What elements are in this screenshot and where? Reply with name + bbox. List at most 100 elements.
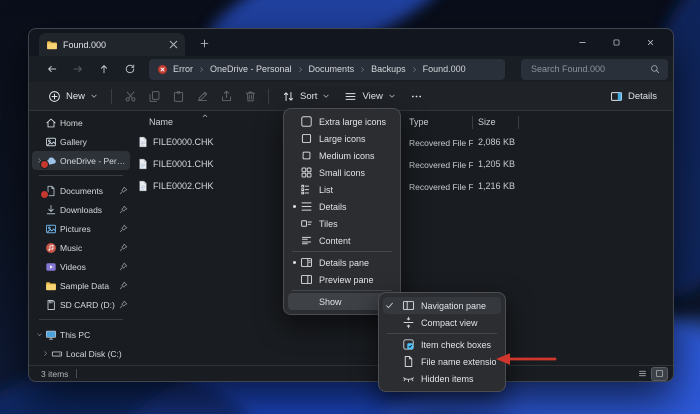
explorer-tab[interactable]: Found.000 [39, 33, 185, 56]
show-submenu: Navigation pane Compact view Item check bo… [378, 292, 506, 392]
chevron-down-small-icon[interactable] [34, 329, 45, 340]
menu-item-details[interactable]: Details [288, 198, 396, 215]
check-icon [383, 301, 395, 310]
maximize-button[interactable] [599, 29, 633, 55]
sort-button[interactable]: Sort [275, 85, 337, 107]
chevron-down-icon [388, 92, 396, 100]
chevron-right-small-icon[interactable] [40, 348, 51, 359]
share-button[interactable] [214, 85, 238, 107]
details-view-toggle[interactable] [635, 368, 650, 380]
home-icon [45, 117, 57, 129]
expander-spacer [34, 204, 45, 215]
file-row-file0002-chk[interactable]: FILE0002.CHKRecovered File Fra...1,216 K… [133, 175, 673, 197]
breadcrumb-item-found-000[interactable]: Found.000 [423, 64, 466, 74]
file-icon [137, 136, 149, 148]
view-button[interactable]: View [337, 85, 402, 107]
new-button[interactable]: New [41, 85, 105, 107]
menu-item-content[interactable]: Content [288, 232, 396, 249]
menu-item-label: Navigation pane [421, 301, 496, 311]
paste-button[interactable] [166, 85, 190, 107]
sidebar-item-this-pc[interactable]: This PC [32, 325, 130, 344]
sidebar-item-local-disk-c[interactable]: Local Disk (C:) [32, 344, 130, 363]
menu-item-preview-pane[interactable]: Preview pane [288, 271, 396, 288]
details-pane-button[interactable]: Details [606, 90, 661, 103]
search-box[interactable] [521, 59, 668, 80]
sidebar-item-documents[interactable]: Documents [32, 181, 130, 200]
thumbnail-view-toggle[interactable] [652, 368, 667, 380]
search-input[interactable] [529, 63, 650, 75]
sidebar-item-pictures[interactable]: Pictures [32, 219, 130, 238]
sidebar-separator [39, 175, 123, 176]
sidebar-item-videos[interactable]: Videos [32, 257, 130, 276]
menu-item-medium-icons[interactable]: Medium icons [288, 147, 396, 164]
breadcrumb-item-error[interactable]: Error [173, 64, 193, 74]
menu-item-details-pane[interactable]: Details pane [288, 254, 396, 271]
sidebar-item-onedrive-personal[interactable]: OneDrive - Personal [32, 151, 130, 170]
delete-button[interactable] [238, 85, 262, 107]
column-separator[interactable] [472, 116, 473, 129]
sidebar-item-label: Home [60, 118, 128, 128]
file-row-file0000-chk[interactable]: FILE0000.CHKRecovered File Fra...2,086 K… [133, 131, 673, 153]
column-separator[interactable] [518, 116, 519, 129]
menu-item-file-name-extensions[interactable]: File name extensions [383, 353, 501, 370]
rename-button[interactable] [190, 85, 214, 107]
chevron-down-icon [322, 92, 330, 100]
forward-button[interactable] [67, 59, 89, 79]
sidebar-item-label: Sample Data [60, 281, 118, 291]
menu-item-tiles[interactable]: Tiles [288, 215, 396, 232]
cut-button[interactable] [118, 85, 142, 107]
plus-icon [199, 38, 210, 49]
sidebar-item-home[interactable]: Home [32, 113, 130, 132]
navigation-pane-icon [402, 299, 415, 312]
details-pane-button-label: Details [628, 91, 657, 102]
menu-item-label: Tiles [319, 219, 391, 229]
breadcrumb[interactable]: Error OneDrive - Personal Documents Backups… [149, 59, 505, 80]
menu-item-small-icons[interactable]: Small icons [288, 164, 396, 181]
up-button[interactable] [93, 59, 115, 79]
sidebar-item-sample-data[interactable]: Sample Data [32, 276, 130, 295]
tab-close-icon[interactable] [167, 38, 180, 51]
menu-item-navigation-pane[interactable]: Navigation pane [383, 297, 501, 314]
refresh-button[interactable] [119, 59, 141, 79]
minimize-button[interactable] [565, 29, 599, 55]
disk-icon [51, 348, 63, 360]
file-size: 1,216 KB [475, 181, 515, 191]
file-icon [137, 180, 149, 192]
tab-bar: Found.000 [29, 29, 673, 56]
menu-item-compact-view[interactable]: Compact view [383, 314, 501, 331]
sidebar-item-sd-card-d[interactable]: SD CARD (D:) [32, 295, 130, 314]
menu-item-list[interactable]: List [288, 181, 396, 198]
share-icon [220, 90, 233, 103]
breadcrumb-item-backups[interactable]: Backups [371, 64, 406, 74]
file-row-file0001-chk[interactable]: FILE0001.CHKRecovered File Fra...1,205 K… [133, 153, 673, 175]
sidebar-item-gallery[interactable]: Gallery [32, 132, 130, 151]
sidebar-item-music[interactable]: Music [32, 238, 130, 257]
column-header-name[interactable]: Name [149, 117, 173, 127]
sidebar-item-downloads[interactable]: Downloads [32, 200, 130, 219]
breadcrumb-item-onedrive-personal[interactable]: OneDrive - Personal [210, 64, 292, 74]
sync-error-badge [40, 160, 49, 169]
menu-item-large-icons[interactable]: Large icons [288, 130, 396, 147]
videos-icon [45, 261, 57, 273]
forward-icon [72, 63, 84, 75]
copy-button[interactable] [142, 85, 166, 107]
column-header-type[interactable]: Type [409, 117, 429, 127]
music-icon [45, 242, 57, 254]
breadcrumb-item-documents[interactable]: Documents [309, 64, 355, 74]
menu-item-item-check-boxes[interactable]: Item check boxes [383, 336, 501, 353]
view-dropdown-menu: Extra large iconsLarge iconsMedium icons… [283, 108, 401, 315]
close-button[interactable] [633, 29, 667, 55]
menu-item-hidden-items[interactable]: Hidden items [383, 370, 501, 387]
small-icons-icon [300, 166, 313, 179]
back-button[interactable] [41, 59, 63, 79]
expander-spacer [34, 223, 45, 234]
column-header-size[interactable]: Size [478, 117, 496, 127]
new-button-label: New [66, 91, 85, 102]
new-tab-button[interactable] [194, 34, 214, 54]
file-name: FILE0000.CHK [153, 137, 214, 147]
more-options-button[interactable] [403, 85, 430, 107]
copy-icon [148, 90, 161, 103]
menu-item-extra-large-icons[interactable]: Extra large icons [288, 113, 396, 130]
pictures-icon [45, 223, 57, 235]
extra-large-icons-icon [300, 115, 313, 128]
